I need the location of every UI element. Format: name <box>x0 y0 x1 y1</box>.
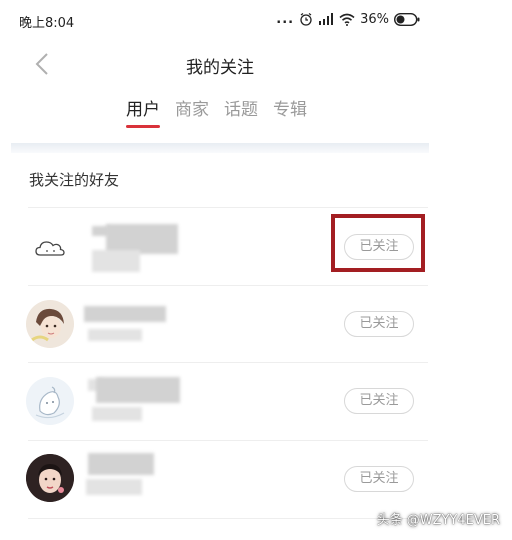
photo-avatar[interactable] <box>26 454 74 502</box>
battery-icon <box>394 12 420 26</box>
blurred-username <box>96 377 180 403</box>
blurred-bio <box>86 479 142 495</box>
blurred-bio <box>92 407 142 421</box>
tab-merchants[interactable]: 商家 <box>173 96 211 128</box>
status-icons: ... 36% <box>276 10 420 28</box>
tab-topics[interactable]: 话题 <box>222 96 260 128</box>
cartoon-avatar[interactable] <box>26 300 74 348</box>
wifi-icon <box>339 13 355 26</box>
signal-icon <box>319 13 334 25</box>
blurred-bio <box>92 250 140 272</box>
tab-merchants-label: 商家 <box>175 100 209 120</box>
followed-button[interactable]: 已关注 <box>344 311 414 337</box>
tab-divider <box>11 143 429 153</box>
sketch-avatar[interactable] <box>26 377 74 425</box>
blurred-bio <box>88 329 142 341</box>
row-divider <box>28 518 428 519</box>
list-item[interactable]: 已关注 <box>0 363 440 441</box>
tab-topics-label: 话题 <box>224 100 258 120</box>
tab-users-label: 用户 <box>126 100 160 120</box>
status-bar: 晚上8:04 ... 36% <box>0 0 440 40</box>
followed-button[interactable]: 已关注 <box>344 466 414 492</box>
more-dots: ... <box>276 11 295 27</box>
page-title: 我的关注 <box>186 58 254 78</box>
battery-percent: 36% <box>360 11 389 27</box>
followed-button[interactable]: 已关注 <box>344 388 414 414</box>
list-item[interactable]: 已关注 <box>0 286 440 364</box>
section-title: 我关注的好友 <box>29 171 120 189</box>
watermark: 头条 @WZYY4EVER <box>376 513 500 528</box>
alarm-icon <box>300 13 312 26</box>
tab-albums-label: 专辑 <box>273 100 307 120</box>
tab-bar: 用户 商家 话题 专辑 <box>124 96 320 132</box>
following-screen: 晚上8:04 ... 36% 我的关注 用户 商家 话题 专辑 我关注的好友 已… <box>0 0 512 540</box>
tab-users[interactable]: 用户 <box>124 96 162 128</box>
highlight-box <box>331 214 425 272</box>
cloud-avatar-icon[interactable] <box>26 223 74 271</box>
tab-active-indicator <box>126 125 160 128</box>
blurred-username <box>88 453 154 475</box>
blurred-username <box>84 306 166 322</box>
status-time: 晚上8:04 <box>19 16 75 31</box>
list-item[interactable]: 已关注 <box>0 441 440 519</box>
tab-albums[interactable]: 专辑 <box>271 96 309 128</box>
